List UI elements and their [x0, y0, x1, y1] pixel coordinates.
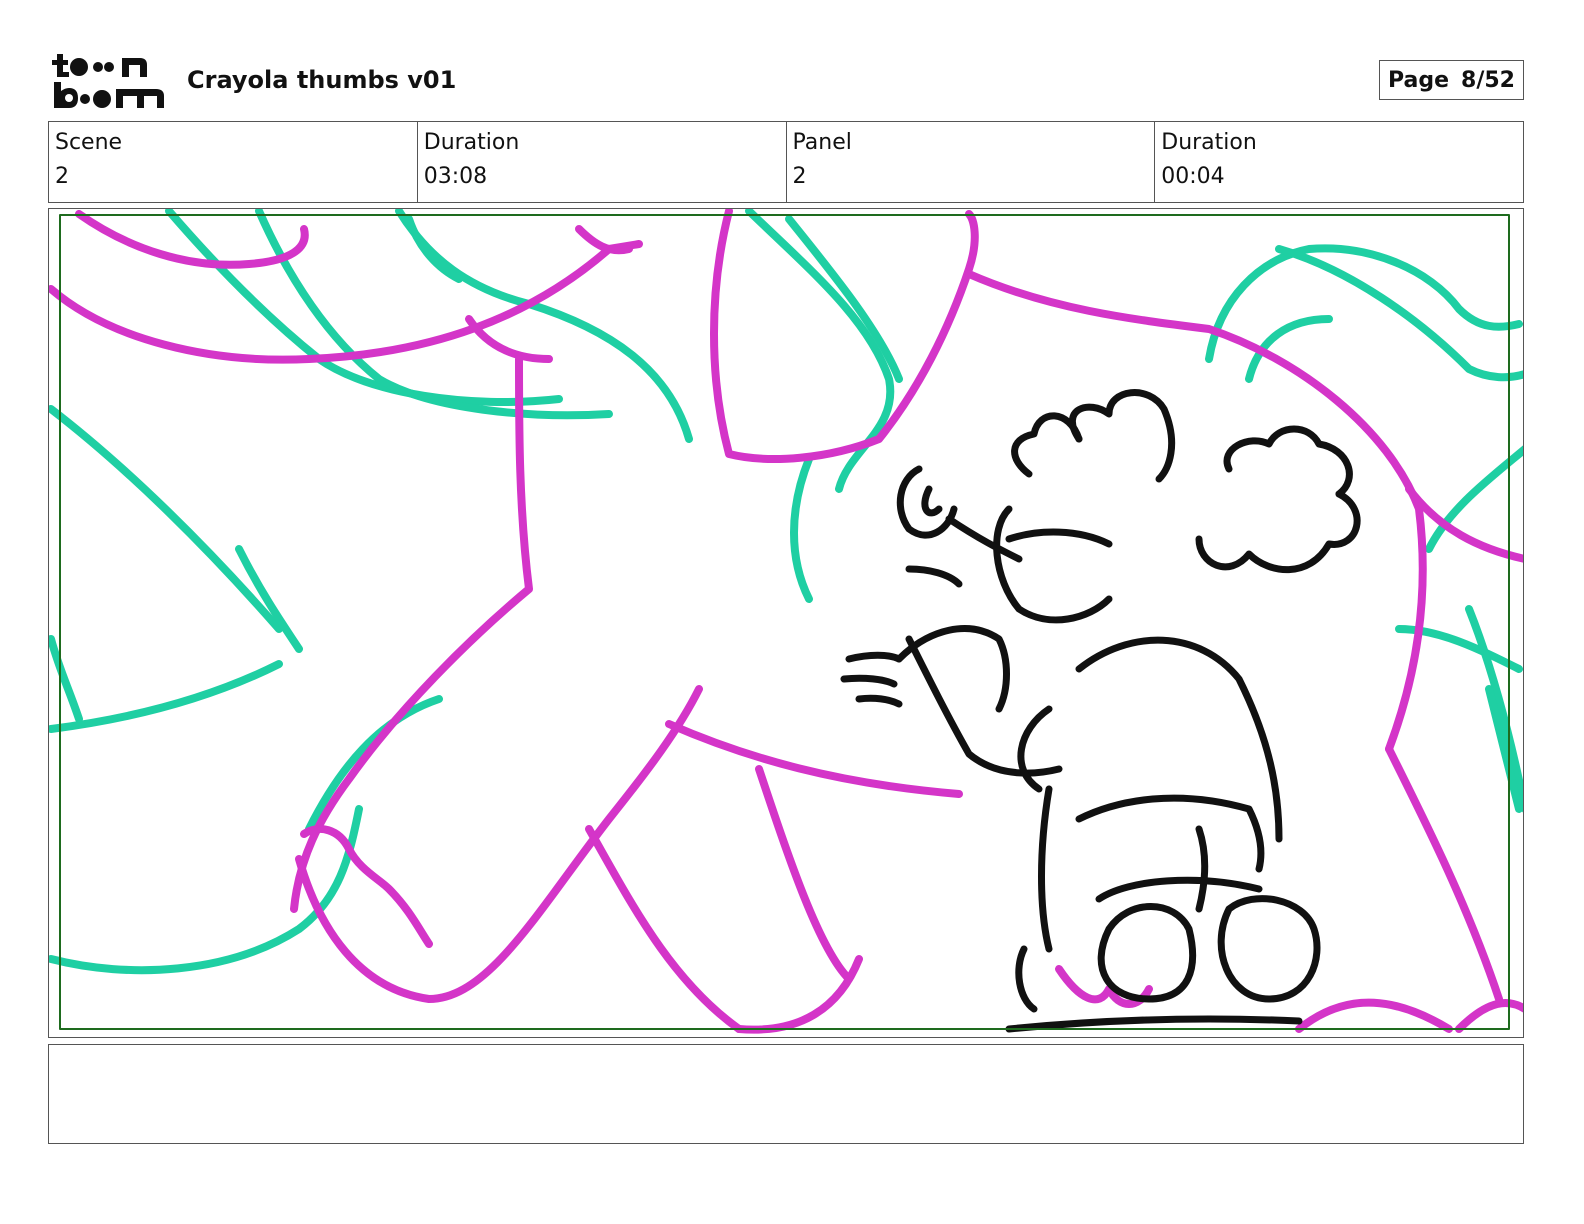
scene-duration-cell: Duration 03:08 — [418, 122, 787, 202]
scene-label: Scene — [55, 130, 123, 155]
toon-boom-logo — [52, 54, 164, 108]
panel-label: Panel — [792, 130, 852, 155]
scene-duration-value: 03:08 — [423, 164, 488, 189]
scene-value: 2 — [55, 164, 69, 189]
page-header: Crayola thumbs v01 Page 8/52 — [48, 48, 1524, 112]
storyboard-panel — [48, 208, 1524, 1038]
panel-duration-cell: Duration 00:04 — [1155, 122, 1523, 202]
page-label: Page — [1387, 67, 1450, 93]
document-title: Crayola thumbs v01 — [187, 66, 457, 94]
scene-duration-label: Duration — [423, 130, 520, 155]
scene-cell: Scene 2 — [49, 122, 418, 202]
notes-area — [48, 1044, 1524, 1144]
panel-sketch — [49, 209, 1523, 1034]
panel-cell: Panel 2 — [787, 122, 1156, 202]
panel-value: 2 — [792, 164, 807, 189]
page-indicator: Page 8/52 — [1378, 60, 1524, 100]
page-number: 8/52 — [1461, 67, 1515, 93]
panel-duration-value: 00:04 — [1161, 164, 1225, 189]
character-sketch-layer — [840, 389, 1361, 1033]
scene-info-table: Scene 2 Duration 03:08 Panel 2 Duration … — [48, 121, 1524, 203]
panel-duration-label: Duration — [1161, 130, 1257, 155]
